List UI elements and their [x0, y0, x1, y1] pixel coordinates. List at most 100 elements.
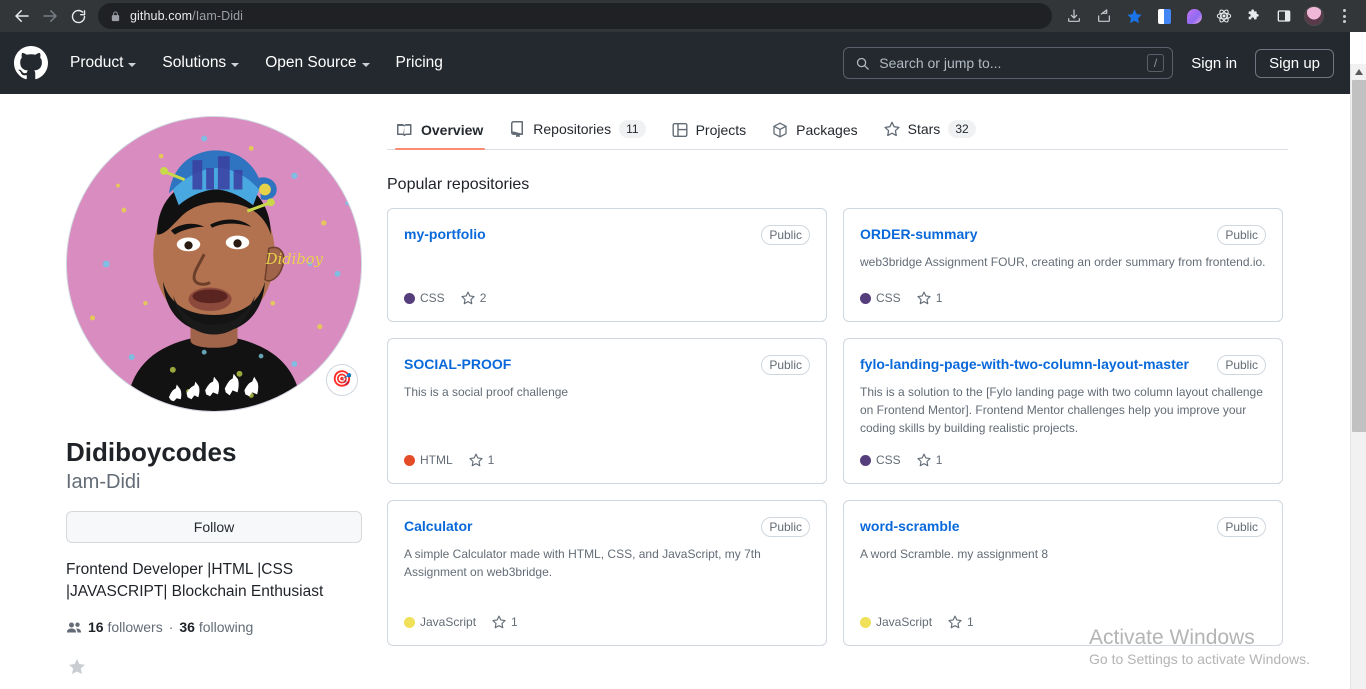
- repo-header: SOCIAL-PROOF Public: [404, 355, 810, 375]
- following-count: 36: [179, 619, 195, 636]
- repo-language: HTML: [404, 453, 453, 467]
- reload-icon: [71, 9, 85, 23]
- language-label: CSS: [876, 453, 901, 467]
- repo-name-link[interactable]: SOCIAL-PROOF: [404, 355, 511, 373]
- repo-card[interactable]: word-scramble Public A word Scramble. my…: [843, 500, 1283, 646]
- scrollbar-thumb[interactable]: [1352, 80, 1366, 432]
- avatar[interactable]: Didiboy: [66, 116, 362, 412]
- repo-stars[interactable]: 1: [917, 453, 942, 467]
- sign-up-button[interactable]: Sign up: [1255, 48, 1334, 78]
- address-bar[interactable]: github.com/Iam-Didi: [98, 3, 1052, 29]
- page-scrollbar[interactable]: [1350, 64, 1366, 689]
- repo-header: Calculator Public: [404, 517, 810, 537]
- repo-stars[interactable]: 2: [461, 291, 486, 305]
- package-icon: [773, 122, 787, 138]
- nav-item-solutions[interactable]: Solutions: [162, 54, 240, 72]
- repo-card[interactable]: my-portfolio Public CSS 2: [387, 208, 827, 322]
- language-color-dot: [860, 454, 871, 466]
- followers-label: followers: [107, 619, 163, 636]
- bookmark-star-icon: [1126, 8, 1142, 23]
- extension-doc-button[interactable]: [1150, 2, 1178, 30]
- repo-card[interactable]: ORDER-summary Public web3bridge Assignme…: [843, 208, 1283, 322]
- profile-main: Overview Repositories 11 Projects Packag…: [375, 94, 1350, 684]
- repo-name-link[interactable]: Calculator: [404, 517, 472, 535]
- chevron-down-icon: [128, 62, 137, 67]
- side-panel-button[interactable]: [1270, 2, 1298, 30]
- search-icon: [857, 57, 869, 70]
- nav-item-open-source[interactable]: Open Source: [265, 54, 370, 72]
- star-icon: [884, 121, 900, 137]
- repo-language: CSS: [404, 291, 445, 305]
- extension-doc-icon: [1157, 8, 1171, 24]
- profile-tabs: Overview Repositories 11 Projects Packag…: [387, 94, 1288, 150]
- repo-description: This is a solution to the [Fylo landing …: [860, 385, 1263, 435]
- bookmark-button[interactable]: [1120, 2, 1148, 30]
- forward-button[interactable]: [36, 2, 64, 30]
- follow-button[interactable]: Follow: [66, 510, 362, 543]
- svg-text:Didiboy: Didiboy: [265, 251, 324, 268]
- repo-name-link[interactable]: my-portfolio: [404, 225, 486, 243]
- star-icon: [917, 291, 931, 305]
- achievements-icon[interactable]: [66, 657, 88, 679]
- language-color-dot: [860, 616, 871, 628]
- visibility-badge: Public: [761, 517, 810, 537]
- extension-atom-button[interactable]: [1210, 2, 1238, 30]
- repo-name-link[interactable]: word-scramble: [860, 517, 960, 535]
- extension-purple-button[interactable]: [1180, 2, 1208, 30]
- chrome-menu-button[interactable]: [1330, 2, 1358, 30]
- sign-in-button[interactable]: Sign in: [1191, 55, 1237, 72]
- repo-stars[interactable]: 1: [917, 291, 942, 305]
- separator: ·: [168, 619, 174, 636]
- profile-sidebar: Didiboy 🎯 Didiboycodes Iam-Didi Follow F…: [0, 94, 375, 684]
- repo-language: JavaScript: [860, 615, 932, 629]
- url-path: /Iam-Didi: [192, 9, 244, 23]
- tab-stars[interactable]: Stars 32: [874, 120, 986, 149]
- back-button[interactable]: [8, 2, 36, 30]
- repo-card[interactable]: SOCIAL-PROOF Public This is a social pro…: [387, 338, 827, 484]
- following-link[interactable]: 36 following: [179, 619, 253, 635]
- tab-repositories[interactable]: Repositories 11: [499, 120, 655, 149]
- visibility-badge: Public: [1217, 225, 1266, 245]
- language-label: JavaScript: [876, 615, 933, 629]
- star-count: 1: [511, 615, 518, 629]
- repo-stars[interactable]: 1: [948, 615, 974, 629]
- tab-packages[interactable]: Packages: [762, 122, 867, 149]
- repo-stars[interactable]: 1: [492, 615, 518, 629]
- star-icon: [492, 615, 506, 629]
- install-app-button[interactable]: [1060, 2, 1088, 30]
- reload-button[interactable]: [64, 2, 92, 30]
- followers-link[interactable]: 16 followers: [88, 619, 163, 635]
- tab-projects[interactable]: Projects: [662, 122, 757, 149]
- repo-name-link[interactable]: fylo-landing-page-with-two-column-layout…: [860, 355, 1189, 373]
- repo-stars[interactable]: 1: [469, 453, 494, 467]
- repo-header: my-portfolio Public: [404, 225, 810, 245]
- extensions-button[interactable]: [1240, 2, 1268, 30]
- book-icon: [397, 123, 412, 137]
- profile-login: Iam-Didi: [66, 470, 141, 493]
- nav-item-product[interactable]: Product: [70, 54, 137, 72]
- star-icon: [917, 453, 931, 467]
- repo-card[interactable]: fylo-landing-page-with-two-column-layout…: [843, 338, 1283, 484]
- language-color-dot: [404, 292, 415, 304]
- repo-card[interactable]: Calculator Public A simple Calculator ma…: [387, 500, 827, 646]
- search-input[interactable]: Search or jump to... /: [843, 47, 1174, 79]
- status-badge[interactable]: 🎯: [326, 364, 358, 396]
- star-icon: [948, 615, 962, 629]
- profile-body: Didiboy 🎯 Didiboycodes Iam-Didi Follow F…: [0, 94, 1350, 684]
- scroll-up-button[interactable]: [1351, 64, 1366, 80]
- browser-toolbar: github.com/Iam-Didi: [0, 0, 1366, 32]
- github-home-link[interactable]: [14, 46, 48, 80]
- tab-overview[interactable]: Overview: [387, 122, 493, 150]
- browser-profile-button[interactable]: [1300, 2, 1328, 30]
- nav-item-pricing[interactable]: Pricing: [396, 54, 443, 72]
- install-app-icon: [1068, 9, 1080, 22]
- language-label: CSS: [420, 291, 445, 305]
- language-color-dot: [404, 454, 415, 466]
- language-color-dot: [860, 292, 871, 304]
- repo-icon: [511, 121, 524, 137]
- share-button[interactable]: [1090, 2, 1118, 30]
- repo-name-link[interactable]: ORDER-summary: [860, 225, 977, 243]
- repo-header: ORDER-summary Public: [860, 225, 1266, 245]
- back-arrow-icon: [15, 10, 29, 22]
- chrome-menu-icon: [1342, 9, 1346, 23]
